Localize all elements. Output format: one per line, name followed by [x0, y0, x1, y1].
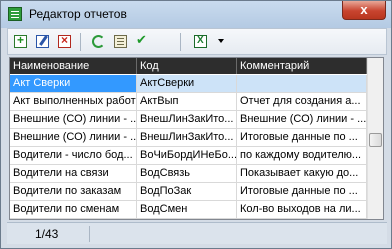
excel-export-button[interactable] [192, 33, 210, 51]
cell-comment: по каждому водителю... [237, 147, 367, 164]
cell-comment: Отчет для создания а... [237, 93, 367, 110]
excel-export-icon [194, 35, 207, 48]
table-row[interactable]: Водители - число бод... ВоЧиБордИНеБо...… [10, 147, 367, 165]
status-bar: 1/43 [7, 222, 387, 244]
cell-code: АктСверки [137, 75, 237, 92]
column-header-code[interactable]: Код [137, 58, 237, 74]
cell-code: ВодСмен [137, 201, 237, 218]
table-row[interactable]: Акт выполненных работ АктВып Отчет для с… [10, 93, 367, 111]
cell-name: Акт выполненных работ [10, 93, 137, 110]
close-button[interactable]: x [342, 1, 386, 20]
toolbar [7, 28, 387, 55]
status-divider [89, 226, 90, 242]
cell-name: Акт Сверки [10, 75, 137, 92]
cell-comment [237, 75, 367, 92]
table-header: Наименование Код Комментарий [10, 58, 367, 74]
cell-code: ВодСвязь [137, 165, 237, 182]
table-row[interactable]: Водители по сменам ВодСмен Кол-во выходо… [10, 201, 367, 219]
cell-name: Водители по сменам [10, 201, 137, 218]
cell-code: ВоЧиБордИНеБо... [137, 147, 237, 164]
table-row[interactable]: Водители по заказам ВодПоЗак Итоговые да… [10, 183, 367, 201]
column-header-name[interactable]: Наименование [10, 58, 137, 74]
refresh-button[interactable] [90, 33, 108, 51]
add-button[interactable] [12, 33, 30, 51]
cell-name: Внешние (СО) линии - ... [10, 111, 137, 128]
table-row[interactable]: Внешние (СО) линии - ... ВнешЛинЗакИто..… [10, 111, 367, 129]
report-editor-window: Редактор отчетов x Наименование Код Комм… [0, 0, 392, 249]
edit-button[interactable] [34, 33, 52, 51]
title-bar[interactable]: Редактор отчетов x [1, 1, 391, 28]
cell-name: Водители на связи [10, 165, 137, 182]
refresh-icon [92, 35, 105, 48]
cell-code: ВодПоЗак [137, 183, 237, 200]
cell-comment: Итоговые данные по ... [237, 183, 367, 200]
delete-icon [58, 33, 71, 48]
column-header-comment[interactable]: Комментарий [237, 58, 367, 74]
app-icon [8, 7, 22, 21]
scrollbar-thumb[interactable] [369, 133, 382, 147]
cell-comment: Внешние (СО) линии - ... [237, 111, 367, 128]
table-row[interactable]: Внешние (СО) линии - ... ВнешЛинЗакИто..… [10, 129, 367, 147]
vertical-scrollbar[interactable] [367, 58, 383, 219]
chevron-down-icon[interactable] [218, 39, 224, 43]
cell-comment: Кол-во выходов на ли... [237, 201, 367, 218]
toolbar-separator [180, 33, 181, 51]
delete-button[interactable] [56, 33, 74, 51]
cell-code: АктВып [137, 93, 237, 110]
apply-button[interactable] [134, 32, 152, 51]
cell-comment: Итоговые данные по ... [237, 129, 367, 146]
cell-name: Водители - число бод... [10, 147, 137, 164]
table-row[interactable]: Акт Сверки АктСверки [10, 75, 367, 93]
edit-icon [36, 35, 49, 48]
cell-code: ВнешЛинЗакИто... [137, 111, 237, 128]
toolbar-separator [80, 33, 81, 51]
window-title: Редактор отчетов [29, 7, 127, 21]
record-counter: 1/43 [35, 227, 59, 241]
apply-icon [136, 32, 149, 48]
cell-code: ВнешЛинЗакИто... [137, 129, 237, 146]
add-icon [14, 33, 27, 48]
properties-button[interactable] [112, 33, 130, 51]
cell-name: Водители по заказам [10, 183, 137, 200]
reports-table: Наименование Код Комментарий Акт Сверки … [9, 57, 384, 220]
table-row[interactable]: Водители на связи ВодСвязь Показывает ка… [10, 165, 367, 183]
cell-comment: Показывает какую до... [237, 165, 367, 182]
cell-name: Внешние (СО) линии - ... [10, 129, 137, 146]
properties-icon [114, 35, 127, 48]
